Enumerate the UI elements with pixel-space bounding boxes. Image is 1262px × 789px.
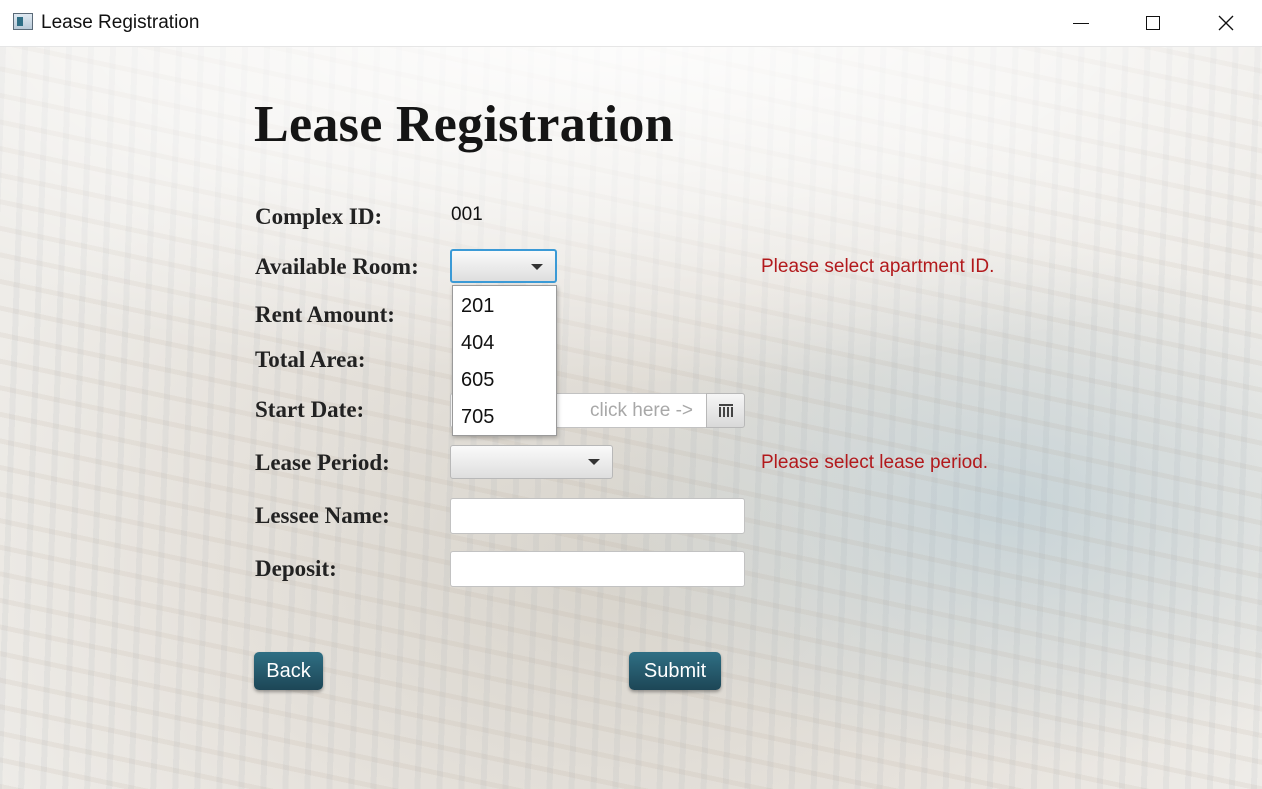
lease-period-select[interactable] — [450, 445, 613, 479]
lease-period-label: Lease Period: — [255, 450, 390, 475]
available-room-error: Please select apartment ID. — [761, 256, 995, 277]
lessee-name-label: Lessee Name: — [255, 503, 390, 528]
start-date-placeholder: click here -> — [590, 400, 693, 421]
available-room-label: Available Room: — [255, 254, 419, 279]
available-room-select[interactable] — [450, 249, 557, 283]
minimize-button[interactable] — [1045, 0, 1117, 46]
available-room-dropdown: 201 404 605 705 — [452, 285, 557, 436]
calendar-icon — [718, 404, 733, 417]
rent-amount-label: Rent Amount: — [255, 302, 395, 327]
start-date-label: Start Date: — [255, 397, 365, 422]
deposit-input[interactable] — [450, 551, 745, 587]
lease-period-error: Please select lease period. — [761, 452, 989, 473]
complex-id-label: Complex ID: — [255, 204, 383, 229]
window-titlebar: Lease Registration — [0, 0, 1262, 47]
maximize-button[interactable] — [1117, 0, 1189, 46]
room-option-201[interactable]: 201 — [453, 288, 556, 325]
room-option-705[interactable]: 705 — [453, 399, 556, 436]
date-picker-button[interactable] — [706, 393, 745, 428]
total-area-label: Total Area: — [255, 347, 366, 372]
window-title: Lease Registration — [41, 12, 200, 33]
room-option-404[interactable]: 404 — [453, 325, 556, 362]
chevron-down-icon — [588, 459, 600, 465]
submit-button[interactable]: Submit — [629, 652, 721, 690]
lessee-name-input[interactable] — [450, 498, 745, 534]
app-icon — [13, 13, 33, 30]
close-icon — [1218, 15, 1234, 31]
maximize-icon — [1146, 16, 1160, 30]
deposit-label: Deposit: — [255, 556, 337, 581]
close-button[interactable] — [1190, 0, 1262, 46]
room-option-605[interactable]: 605 — [453, 362, 556, 399]
chevron-down-icon — [531, 264, 543, 270]
page-title: Lease Registration — [254, 96, 674, 153]
minimize-icon — [1073, 22, 1089, 24]
back-button[interactable]: Back — [254, 652, 323, 690]
form-background: Lease Registration Complex ID: 001 Avail… — [0, 47, 1262, 789]
complex-id-value: 001 — [451, 204, 483, 225]
